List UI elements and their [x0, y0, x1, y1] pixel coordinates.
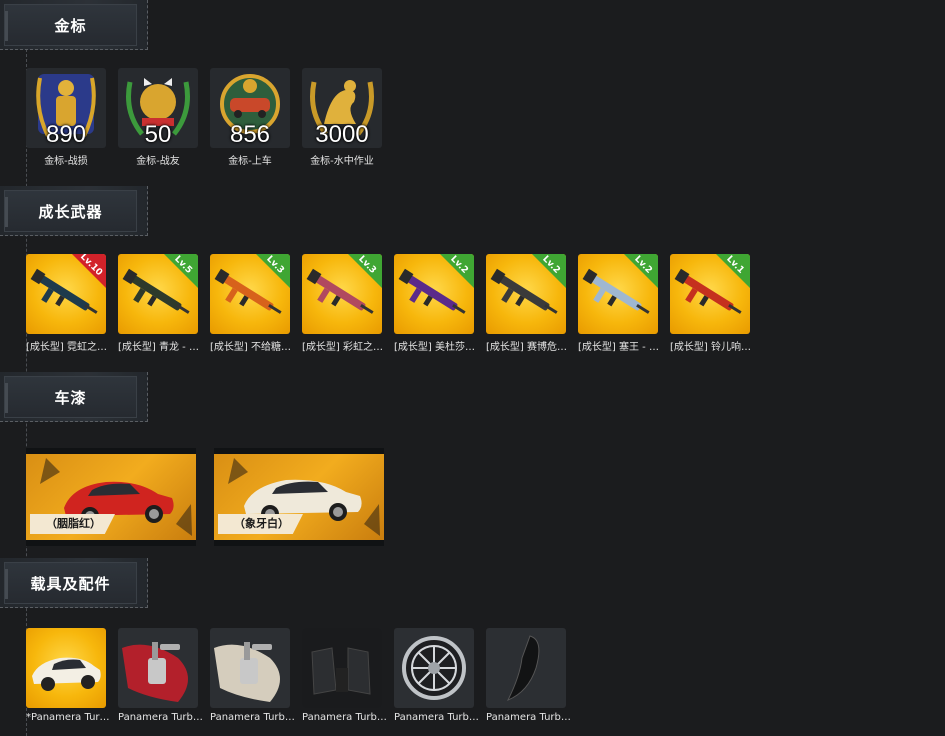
medal-handshake-icon: 50	[118, 68, 198, 148]
medal-seal-icon: 3000	[302, 68, 382, 148]
medal-soldier-icon: 890	[26, 68, 106, 148]
medal-count: 890	[45, 121, 87, 148]
rifle-icon: Lv.5	[118, 254, 198, 334]
vehicle-caption: Panamera Turb…	[118, 712, 203, 723]
weapon-item[interactable]: Lv.10 [成长型] 霓虹之…	[26, 254, 107, 353]
medal-count: 856	[229, 121, 271, 148]
weapon-item[interactable]: Lv.2 [成长型] 美杜莎…	[394, 254, 475, 353]
vehicle-caption: *Panamera Tur…	[26, 712, 110, 723]
weapon-item[interactable]: Lv.1 [成长型] 铃儿响…	[670, 254, 751, 353]
medal-count: 50	[144, 121, 172, 148]
paint-label: （象牙白）	[218, 514, 303, 534]
medal-count: 3000	[315, 121, 369, 148]
paint-list: （胭脂红） （象牙白）	[26, 448, 384, 546]
vehicle-item[interactable]: Panamera Turb…	[210, 628, 295, 723]
section-header: 车漆	[0, 372, 148, 422]
section-title: 成长武器	[38, 202, 103, 221]
vehicle-caption: Panamera Turb…	[302, 712, 387, 723]
section-title: 车漆	[54, 388, 87, 407]
spray-gun-red-icon	[118, 628, 198, 708]
section-title: 载具及配件	[30, 574, 111, 593]
vehicle-caption: Panamera Turb…	[210, 712, 295, 723]
medal-item[interactable]: 50 金标-战友	[118, 68, 198, 167]
weapon-list: Lv.10 [成长型] 霓虹之… Lv.5 [成长型] 青龙 - … Lv.3 [成长型]…	[26, 254, 751, 353]
medal-item[interactable]: 890 金标-战损	[26, 68, 106, 167]
weapon-caption: [成长型] 塞王 - …	[578, 342, 659, 353]
medal-list: 890 金标-战损 50 金标-战友 856 金标-上车 3000 金标-水中作…	[26, 68, 382, 167]
paint-label: （胭脂红）	[30, 514, 115, 534]
rifle-icon: Lv.3	[302, 254, 382, 334]
vehicle-item[interactable]: Panamera Turb…	[486, 628, 571, 723]
vehicle-item[interactable]: Panamera Turb…	[118, 628, 203, 723]
weapon-caption: [成长型] 美杜莎…	[394, 342, 475, 353]
vehicle-item[interactable]: *Panamera Tur…	[26, 628, 110, 723]
rifle-icon: Lv.2	[578, 254, 658, 334]
car-seat-icon	[302, 628, 382, 708]
rifle-icon: Lv.10	[26, 254, 106, 334]
vehicle-item[interactable]: Panamera Turb…	[394, 628, 479, 723]
section-header: 载具及配件	[0, 558, 148, 608]
car-icon	[26, 628, 106, 708]
vehicle-caption: Panamera Turb…	[486, 712, 571, 723]
vehicle-list: *Panamera Tur… Panamera Turb… Panamera T…	[26, 628, 571, 723]
weapon-item[interactable]: Lv.2 [成长型] 赛博危…	[486, 254, 567, 353]
medal-item[interactable]: 856 金标-上车	[210, 68, 290, 167]
rifle-icon: Lv.3	[210, 254, 290, 334]
rifle-icon: Lv.2	[394, 254, 474, 334]
vehicle-caption: Panamera Turb…	[394, 712, 479, 723]
medal-caption: 金标-水中作业	[310, 156, 374, 167]
weapon-caption: [成长型] 青龙 - …	[118, 342, 199, 353]
paint-card-white[interactable]: （象牙白）	[214, 448, 384, 546]
medal-car-icon: 856	[210, 68, 290, 148]
weapon-caption: [成长型] 赛博危…	[486, 342, 567, 353]
weapon-caption: [成长型] 彩虹之…	[302, 342, 383, 353]
weapon-item[interactable]: Lv.3 [成长型] 彩虹之…	[302, 254, 383, 353]
spoiler-icon	[486, 628, 566, 708]
rifle-icon: Lv.2	[486, 254, 566, 334]
medal-caption: 金标-战友	[136, 156, 180, 167]
vehicle-item[interactable]: Panamera Turb…	[302, 628, 387, 723]
weapon-item[interactable]: Lv.2 [成长型] 塞王 - …	[578, 254, 659, 353]
paint-card-red[interactable]: （胭脂红）	[26, 448, 196, 546]
rifle-icon: Lv.1	[670, 254, 750, 334]
medal-caption: 金标-上车	[228, 156, 272, 167]
medal-item[interactable]: 3000 金标-水中作业	[302, 68, 382, 167]
section-header: 成长武器	[0, 186, 148, 236]
weapon-item[interactable]: Lv.3 [成长型] 不给糖…	[210, 254, 291, 353]
weapon-caption: [成长型] 铃儿响…	[670, 342, 751, 353]
medal-caption: 金标-战损	[44, 156, 88, 167]
weapon-item[interactable]: Lv.5 [成长型] 青龙 - …	[118, 254, 199, 353]
wheel-rim-icon	[394, 628, 474, 708]
section-title: 金标	[54, 16, 87, 35]
section-header: 金标	[0, 0, 148, 50]
weapon-caption: [成长型] 霓虹之…	[26, 342, 107, 353]
weapon-caption: [成长型] 不给糖…	[210, 342, 291, 353]
spray-gun-white-icon	[210, 628, 290, 708]
